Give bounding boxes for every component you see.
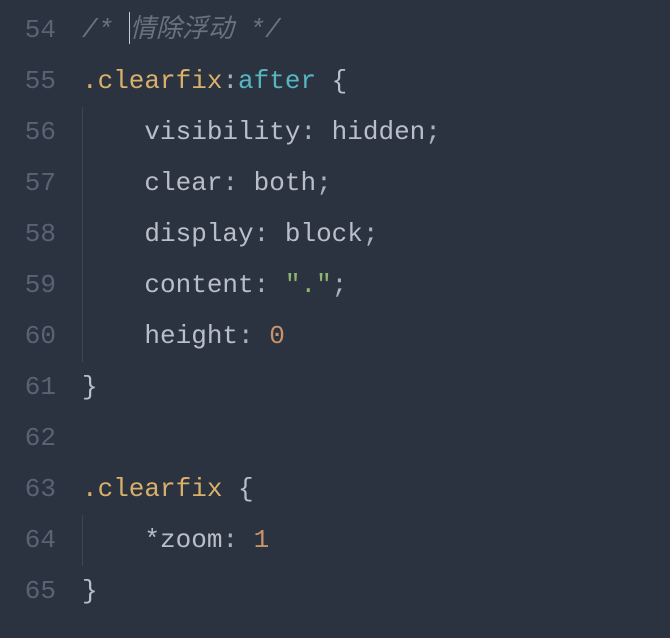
line-number: 63	[8, 464, 56, 515]
code-token: :	[222, 168, 253, 198]
code-line[interactable]: visibility: hidden;	[82, 107, 670, 158]
code-token: :	[254, 219, 285, 249]
code-token: :	[300, 117, 331, 147]
code-line[interactable]: display: block;	[82, 209, 670, 260]
code-token: block	[285, 219, 363, 249]
code-token: hidden	[332, 117, 426, 147]
line-number: 57	[8, 158, 56, 209]
indent-guide	[82, 209, 83, 260]
code-token: }	[82, 576, 98, 606]
indent-guide	[82, 515, 83, 566]
code-token: 情除浮动 */	[130, 15, 281, 45]
code-token: ;	[332, 270, 348, 300]
line-number: 55	[8, 56, 56, 107]
code-line[interactable]: content: ".";	[82, 260, 670, 311]
code-token: {	[316, 66, 347, 96]
code-token: 0	[269, 321, 285, 351]
code-token: clear	[82, 168, 222, 198]
code-token: content	[82, 270, 254, 300]
code-token: "."	[285, 270, 332, 300]
text-cursor	[129, 12, 130, 44]
code-token: visibility	[82, 117, 300, 147]
code-token: :	[238, 321, 269, 351]
indent-guide	[82, 311, 83, 362]
indent-guide	[82, 158, 83, 209]
code-token: /*	[82, 15, 129, 45]
code-token: :	[254, 270, 285, 300]
code-line[interactable]: height: 0	[82, 311, 670, 362]
code-token: .clearfix	[82, 474, 222, 504]
line-number: 64	[8, 515, 56, 566]
code-token: :	[222, 66, 238, 96]
line-number: 60	[8, 311, 56, 362]
code-token: display	[82, 219, 254, 249]
code-token: 1	[254, 525, 270, 555]
code-editor[interactable]: 545556575859606162636465 /* 情除浮动 */.clea…	[0, 0, 670, 638]
indent-guide	[82, 107, 83, 158]
indent-guide	[82, 260, 83, 311]
line-number: 61	[8, 362, 56, 413]
code-token: both	[254, 168, 316, 198]
code-line[interactable]: .clearfix {	[82, 464, 670, 515]
line-gutter: 545556575859606162636465	[0, 0, 68, 638]
code-token: :	[222, 525, 253, 555]
code-token: *zoom	[82, 525, 222, 555]
code-token: {	[222, 474, 253, 504]
line-number: 58	[8, 209, 56, 260]
code-token: height	[82, 321, 238, 351]
code-area[interactable]: /* 情除浮动 */.clearfix:after { visibility: …	[68, 0, 670, 638]
code-line[interactable]: /* 情除浮动 */	[82, 5, 670, 56]
code-line[interactable]: }	[82, 362, 670, 413]
code-token: ;	[425, 117, 441, 147]
code-token: }	[82, 372, 98, 402]
code-token: ;	[316, 168, 332, 198]
code-token: after	[238, 66, 316, 96]
code-line[interactable]	[82, 413, 670, 464]
code-line[interactable]: .clearfix:after {	[82, 56, 670, 107]
code-token: .clearfix	[82, 66, 222, 96]
line-number: 59	[8, 260, 56, 311]
code-line[interactable]: }	[82, 566, 670, 617]
code-line[interactable]: *zoom: 1	[82, 515, 670, 566]
line-number: 54	[8, 5, 56, 56]
line-number: 65	[8, 566, 56, 617]
line-number: 56	[8, 107, 56, 158]
code-token: ;	[363, 219, 379, 249]
code-line[interactable]: clear: both;	[82, 158, 670, 209]
line-number: 62	[8, 413, 56, 464]
